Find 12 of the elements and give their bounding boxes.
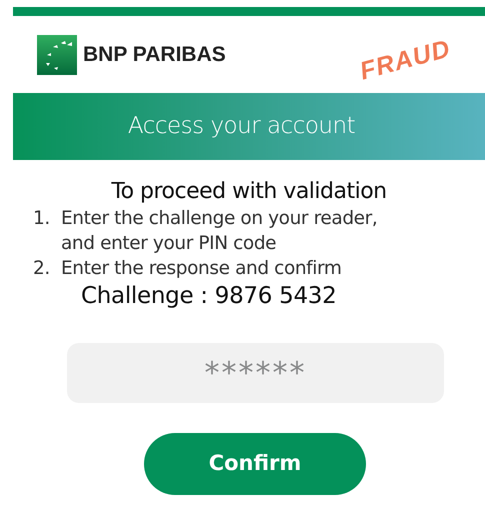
challenge-code: Challenge : 9876 5432 xyxy=(81,282,338,311)
step-number: 1. xyxy=(32,207,51,231)
bank-logo-icon xyxy=(37,35,77,75)
response-field[interactable]: ****** xyxy=(67,343,444,403)
step-number: 2. xyxy=(32,257,51,281)
brand-name: BNP PARIBAS xyxy=(83,43,226,67)
banner-title: Access your account xyxy=(128,112,356,142)
instructions-heading: To proceed with validation xyxy=(110,178,388,206)
confirm-button[interactable]: Confirm xyxy=(144,433,366,495)
step-text: Enter the challenge on your reader, and enter your PIN code xyxy=(61,207,378,256)
step-text: Enter the response and confirm xyxy=(61,257,343,281)
fraud-label: FRAUD xyxy=(356,34,454,86)
